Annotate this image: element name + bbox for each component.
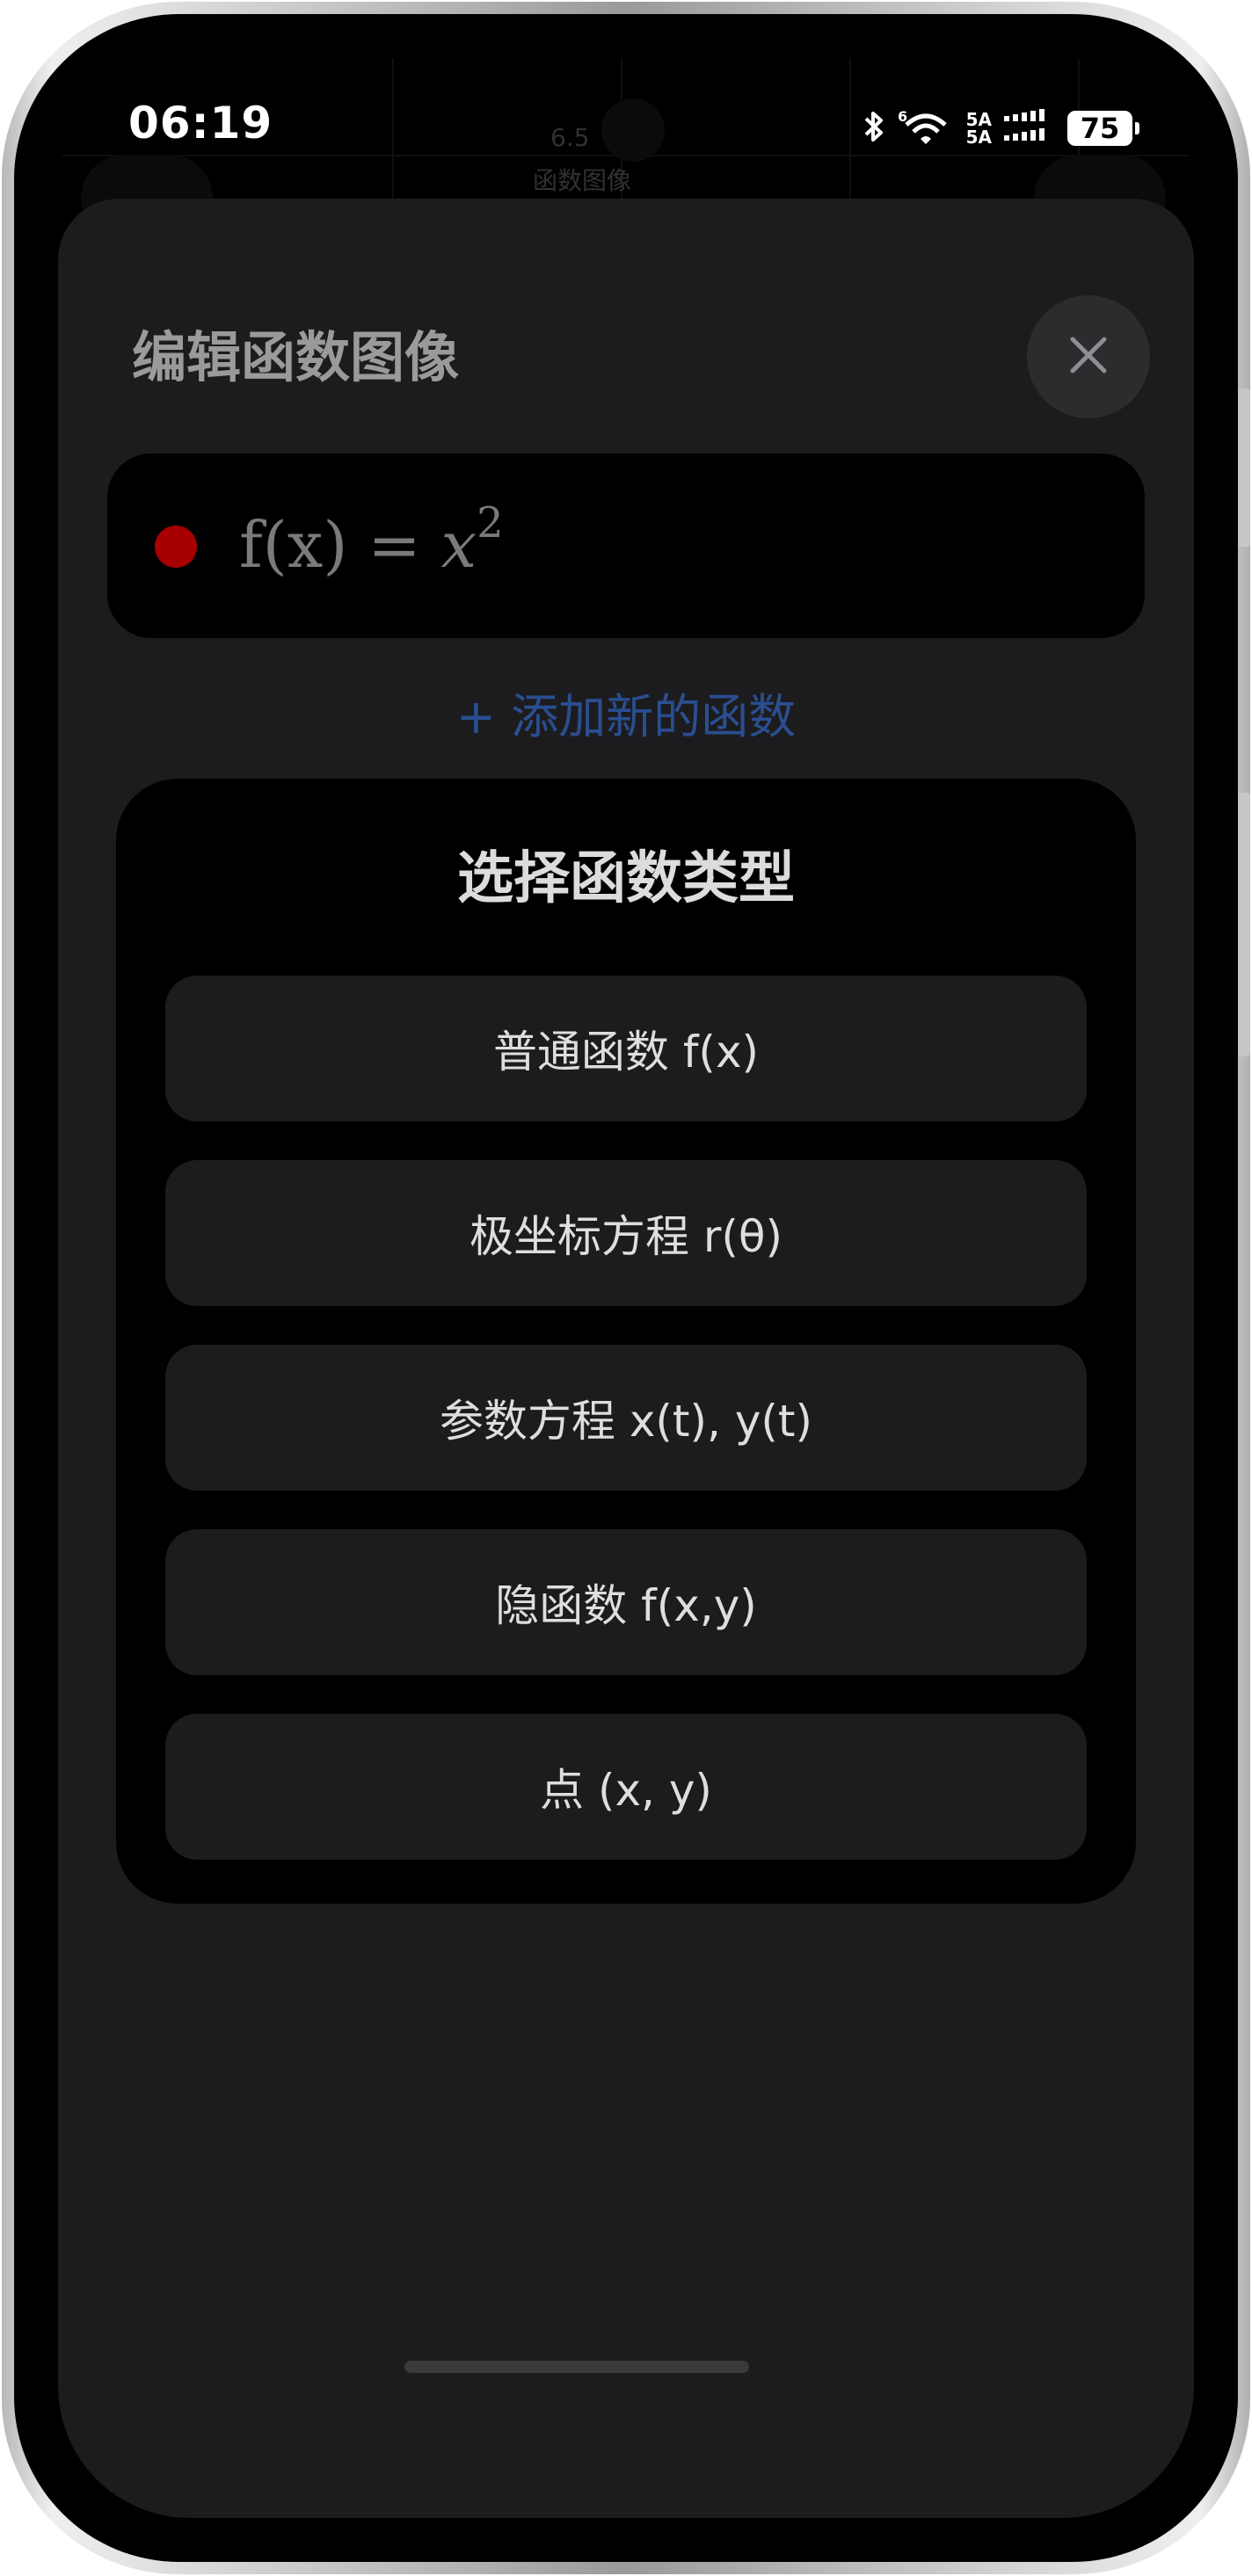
function-formula: f(x) = x2	[239, 502, 504, 582]
option-point[interactable]: 点 (x, y)	[165, 1714, 1087, 1860]
home-indicator[interactable]	[404, 2361, 749, 2373]
power-button	[1238, 793, 1250, 1056]
wifi-icon: 6	[898, 107, 954, 149]
screen: 6.5 函数图像 06:19 6 5A 5A 75 编辑函数图像 f(x) = …	[58, 58, 1194, 2518]
edit-function-sheet: 编辑函数图像 f(x) = x2 + 添加新的函数 选择函数类型 普通函数 f(…	[58, 199, 1194, 2518]
network-type-label: 5A 5A	[966, 111, 992, 146]
add-function-link[interactable]: + 添加新的函数	[58, 678, 1194, 747]
picker-title: 选择函数类型	[457, 846, 795, 911]
option-parametric-equation[interactable]: 参数方程 x(t), y(t)	[165, 1345, 1087, 1491]
battery-level: 75	[1080, 112, 1120, 145]
status-icons: 6 5A 5A 75	[863, 106, 1139, 150]
status-time: 06:19	[128, 98, 273, 149]
network-type-top: 5A	[965, 109, 992, 130]
volume-up-button	[1238, 388, 1250, 547]
battery-icon: 75	[1067, 111, 1139, 146]
function-color-dot[interactable]	[155, 526, 197, 568]
close-icon	[1067, 334, 1110, 380]
signal-icon	[1004, 109, 1055, 148]
front-camera	[601, 98, 665, 162]
status-bar: 06:19 6 5A 5A 75	[58, 58, 1194, 190]
sheet-title: 编辑函数图像	[132, 325, 460, 389]
phone-bezel: 6.5 函数图像 06:19 6 5A 5A 75 编辑函数图像 f(x) = …	[14, 14, 1238, 2562]
formula-exponent: 2	[477, 498, 504, 548]
network-type-bottom: 5A	[965, 127, 992, 148]
formula-variable: x	[440, 508, 477, 582]
formula-prefix: f(x) =	[239, 508, 441, 582]
phone-frame: 6.5 函数图像 06:19 6 5A 5A 75 编辑函数图像 f(x) = …	[2, 2, 1250, 2574]
option-polar-equation[interactable]: 极坐标方程 r(θ)	[165, 1160, 1087, 1306]
function-type-picker: 选择函数类型 普通函数 f(x) 极坐标方程 r(θ) 参数方程 x(t), y…	[116, 779, 1136, 1904]
close-button[interactable]	[1027, 295, 1150, 418]
option-regular-function[interactable]: 普通函数 f(x)	[165, 976, 1087, 1121]
bluetooth-icon	[863, 109, 885, 148]
option-implicit-function[interactable]: 隐函数 f(x,y)	[165, 1529, 1087, 1675]
function-item[interactable]: f(x) = x2	[107, 454, 1145, 638]
